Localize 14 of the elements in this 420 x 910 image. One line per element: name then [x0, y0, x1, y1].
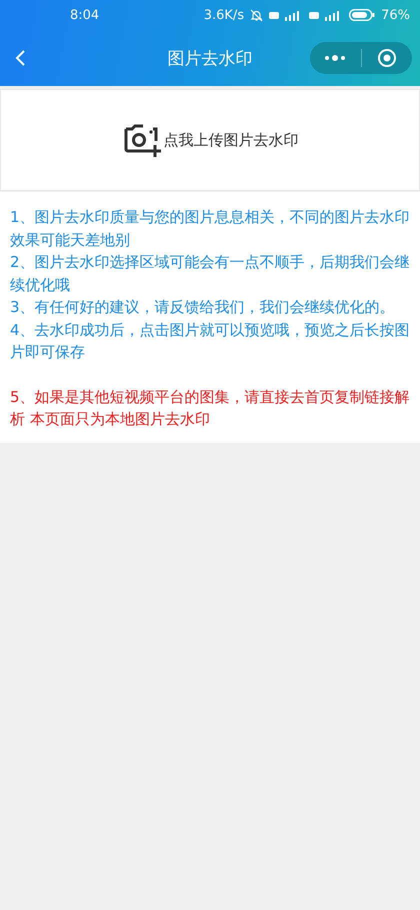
target-icon	[376, 48, 397, 68]
more-icon	[324, 55, 346, 61]
status-time: 8:04	[70, 8, 100, 22]
warning-note: 5、如果是其他短视频平台的图集，请直接去首页复制链接解析 本页面只为本地图片去水印	[10, 386, 410, 430]
battery-icon	[349, 9, 376, 21]
upload-button[interactable]: 点我上传图片去水印	[1, 90, 419, 190]
bell-off-icon	[250, 8, 264, 22]
tip-note: 3、有任何好的建议，请反馈给我们，我们会继续优化的。	[10, 297, 396, 318]
page-title: 图片去水印	[166, 48, 254, 70]
network-speed: 3.6K/s	[204, 8, 244, 22]
battery-percent: 76%	[381, 8, 410, 22]
tip-note: 4、去水印成功后，点击图片就可以预览哦，预览之后长按图片即可保存	[10, 320, 410, 363]
tip-note: 1、图片去水印质量与您的图片息息相关，不同的图片去水印效果可能天差地别	[10, 207, 410, 250]
tip-note: 2、图片去水印选择区域可能会有一点不顺手，后期我们会继续优化哦	[10, 252, 410, 296]
